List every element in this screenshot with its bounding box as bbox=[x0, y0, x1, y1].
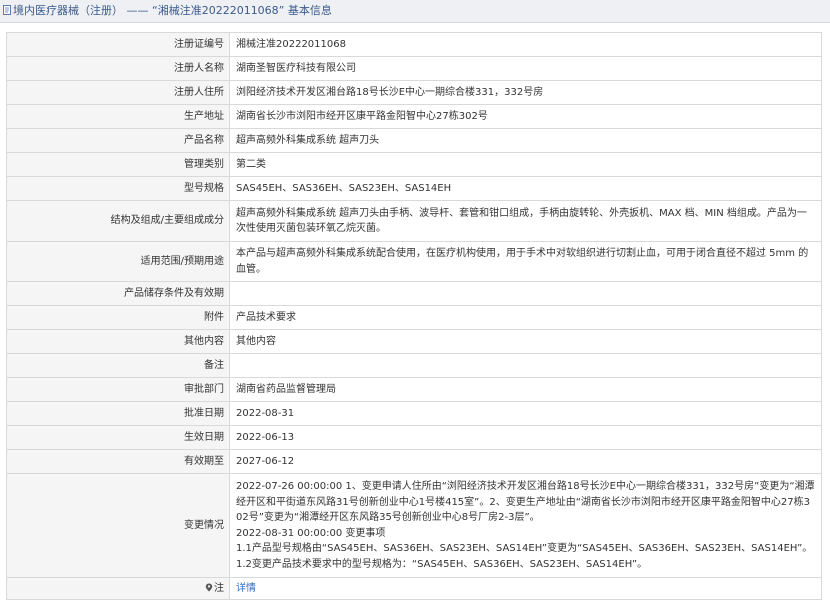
table-row: 其他内容 其他内容 bbox=[6, 329, 822, 354]
detail-value: 详情 bbox=[229, 577, 822, 600]
row-label: 产品储存条件及有效期 bbox=[6, 281, 230, 306]
change-line: 2022-08-31 00:00:00 变更事项 bbox=[236, 527, 386, 539]
location-pin-icon bbox=[205, 583, 213, 592]
header-record-title: “湘械注准20222011068” bbox=[152, 4, 285, 17]
row-value: 湖南省药品监督管理局 bbox=[229, 377, 822, 402]
header-section: 基本信息 bbox=[287, 4, 332, 17]
table-row: 批准日期 2022-08-31 bbox=[6, 401, 822, 426]
row-value: 第二类 bbox=[229, 152, 822, 177]
row-value: 浏阳经济技术开发区湘台路18号长沙E中心一期综合楼331，332号房 bbox=[229, 80, 822, 105]
row-value: SAS45EH、SAS36EH、SAS23EH、SAS14EH bbox=[229, 176, 822, 201]
row-value: 湘械注准20222011068 bbox=[229, 32, 822, 57]
row-label: 生产地址 bbox=[6, 104, 230, 129]
row-value: 湖南圣智医疗科技有限公司 bbox=[229, 56, 822, 81]
table-row: 附件 产品技术要求 bbox=[6, 305, 822, 330]
row-label: 备注 bbox=[6, 353, 230, 378]
row-label: 其他内容 bbox=[6, 329, 230, 354]
row-value: 本产品与超声高频外科集成系统配合使用，在医疗机构使用，用于手术中对软组织进行切割… bbox=[229, 241, 822, 282]
row-value: 2027-06-12 bbox=[229, 449, 822, 474]
page-header: 境内医疗器械（注册） —— “湘械注准20222011068” 基本信息 bbox=[0, 0, 830, 23]
row-label: 结构及组成/主要组成成分 bbox=[6, 200, 230, 242]
table-row: 型号规格 SAS45EH、SAS36EH、SAS23EH、SAS14EH bbox=[6, 176, 822, 201]
detail-label: 注 bbox=[214, 582, 224, 594]
table-row: 备注 bbox=[6, 353, 822, 378]
table-row: 审批部门 湖南省药品监督管理局 bbox=[6, 377, 822, 402]
row-label: 管理类别 bbox=[6, 152, 230, 177]
table-row: 适用范围/预期用途 本产品与超声高频外科集成系统配合使用，在医疗机构使用，用于手… bbox=[6, 241, 822, 282]
row-value: 超声高频外科集成系统 超声刀头 bbox=[229, 128, 822, 153]
changes-label: 变更情况 bbox=[6, 473, 230, 578]
row-value: 2022-06-13 bbox=[229, 425, 822, 450]
detail-link[interactable]: 详情 bbox=[236, 583, 256, 594]
row-value: 其他内容 bbox=[229, 329, 822, 354]
changes-value: 2022-07-26 00:00:00 1、变更申请人住所由“浏阳经济技术开发区… bbox=[229, 473, 822, 578]
row-value bbox=[229, 353, 822, 378]
row-label: 注册人名称 bbox=[6, 56, 230, 81]
row-label: 生效日期 bbox=[6, 425, 230, 450]
change-line: 2022-07-26 00:00:00 1、变更申请人住所由“浏阳经济技术开发区… bbox=[236, 481, 815, 523]
table-row-changes: 变更情况 2022-07-26 00:00:00 1、变更申请人住所由“浏阳经济… bbox=[6, 473, 822, 578]
row-value: 湖南省长沙市浏阳市经开区康平路金阳智中心27栋302号 bbox=[229, 104, 822, 129]
table-row-detail: 注 详情 bbox=[6, 577, 822, 600]
header-category: 境内医疗器械（注册） bbox=[13, 4, 123, 17]
row-label: 注册人住所 bbox=[6, 80, 230, 105]
row-value: 2022-08-31 bbox=[229, 401, 822, 426]
change-line: 1.1产品型号规格由“SAS45EH、SAS36EH、SAS23EH、SAS14… bbox=[236, 543, 813, 554]
change-line: 1.2变更产品技术要求中的型号规格为：“SAS45EH、SAS36EH、SAS2… bbox=[236, 558, 648, 570]
table-row: 管理类别 第二类 bbox=[6, 152, 822, 177]
table-row: 注册人住所 浏阳经济技术开发区湘台路18号长沙E中心一期综合楼331，332号房 bbox=[6, 80, 822, 105]
row-label: 附件 bbox=[6, 305, 230, 330]
row-label: 批准日期 bbox=[6, 401, 230, 426]
table-row: 产品储存条件及有效期 bbox=[6, 281, 822, 306]
table-row: 注册人名称 湖南圣智医疗科技有限公司 bbox=[6, 56, 822, 81]
row-value: 产品技术要求 bbox=[229, 305, 822, 330]
row-value: 超声高频外科集成系统 超声刀头由手柄、波导杆、套管和钳口组成，手柄由旋转轮、外壳… bbox=[229, 200, 822, 242]
row-label: 审批部门 bbox=[6, 377, 230, 402]
row-label: 型号规格 bbox=[6, 176, 230, 201]
table-row: 生产地址 湖南省长沙市浏阳市经开区康平路金阳智中心27栋302号 bbox=[6, 104, 822, 129]
registration-info-table: 注册证编号 湘械注准20222011068 注册人名称 湖南圣智医疗科技有限公司… bbox=[6, 32, 822, 600]
document-icon bbox=[3, 5, 11, 15]
row-label: 注册证编号 bbox=[6, 32, 230, 57]
table-row: 结构及组成/主要组成成分 超声高频外科集成系统 超声刀头由手柄、波导杆、套管和钳… bbox=[6, 200, 822, 242]
table-row: 产品名称 超声高频外科集成系统 超声刀头 bbox=[6, 128, 822, 153]
row-label: 有效期至 bbox=[6, 449, 230, 474]
row-label: 适用范围/预期用途 bbox=[6, 241, 230, 282]
table-row: 有效期至 2027-06-12 bbox=[6, 449, 822, 474]
detail-label-cell: 注 bbox=[6, 577, 230, 600]
row-label: 产品名称 bbox=[6, 128, 230, 153]
row-value bbox=[229, 281, 822, 306]
table-row: 注册证编号 湘械注准20222011068 bbox=[6, 32, 822, 57]
table-row: 生效日期 2022-06-13 bbox=[6, 425, 822, 450]
header-separator: —— bbox=[126, 4, 149, 17]
